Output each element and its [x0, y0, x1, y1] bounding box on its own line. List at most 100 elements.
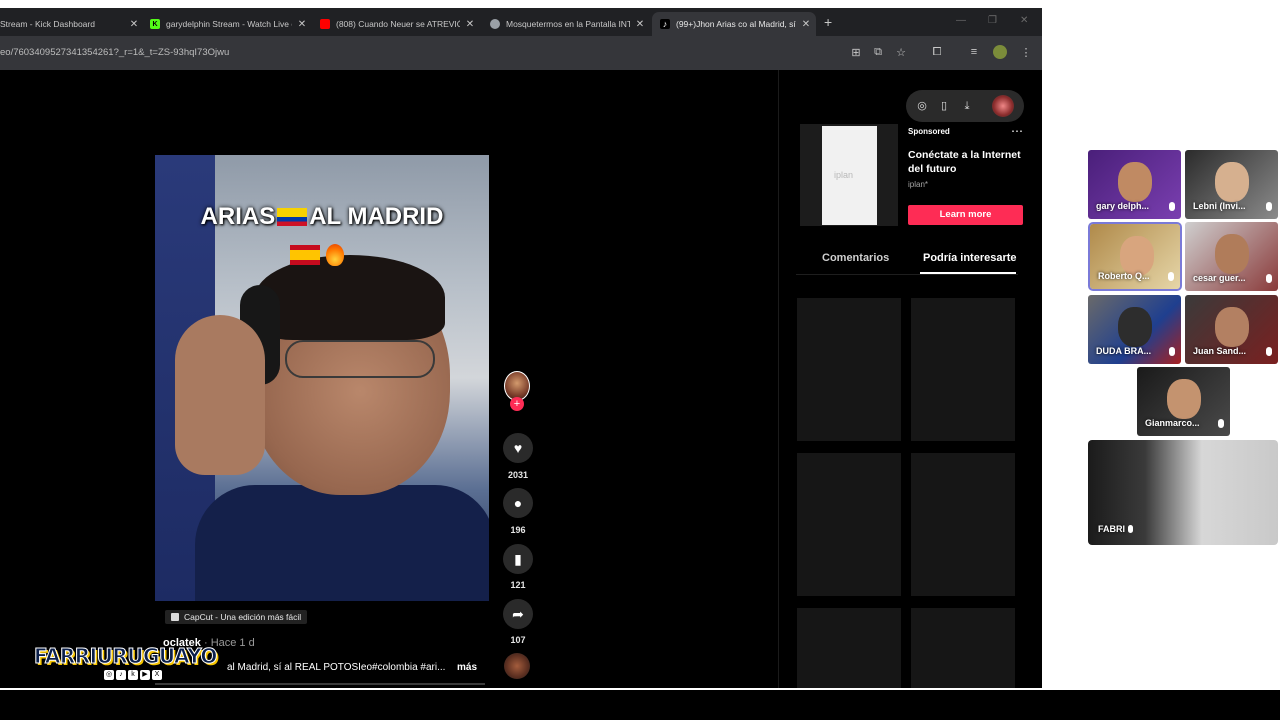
participant-tile[interactable]: cesar guer...: [1185, 222, 1278, 291]
translate-icon[interactable]: ⊞: [849, 45, 863, 59]
share-count: 107: [510, 635, 526, 645]
ad-image-text: iplan: [834, 170, 854, 180]
spain-flag-icon: [290, 244, 320, 265]
colombia-flag-icon: [277, 208, 308, 226]
participant-name: cesar guer...: [1193, 273, 1246, 283]
close-window-icon[interactable]: ✕: [1020, 15, 1028, 26]
tab-title: garydelphin Stream - Watch Live on: [166, 19, 292, 29]
media-control-icon[interactable]: ≡: [967, 45, 981, 59]
tab-comments[interactable]: Comentarios: [822, 252, 889, 264]
channel-logo: FARRIURUGUAYO: [34, 644, 218, 669]
social-icons: ◎ ♪ k ▶ X: [104, 670, 162, 680]
extensions-icon[interactable]: ⧠: [930, 45, 944, 59]
participant-tile-large[interactable]: FABRI: [1088, 440, 1278, 545]
ad-image[interactable]: iplan: [822, 126, 877, 225]
tab-kick-dashboard[interactable]: Stream - Kick Dashboard ✕: [0, 12, 140, 36]
share-arrow-icon: ➦: [512, 605, 524, 622]
follow-plus-icon[interactable]: +: [510, 397, 524, 411]
video-hair: [255, 255, 445, 340]
youtube-icon: ▶: [140, 670, 150, 680]
related-video-thumb[interactable]: [797, 453, 901, 596]
ad-title: Conéctate a la Internet del futuro: [908, 149, 1021, 175]
related-video-thumb[interactable]: [911, 453, 1015, 596]
url-field[interactable]: eo/7603409527341354261?_r=1&_t=ZS-93hqI7…: [0, 47, 229, 58]
tiktok-icon: ♪: [116, 670, 126, 680]
participant-video: [1118, 307, 1152, 347]
tab-garydelphin-stream[interactable]: K garydelphin Stream - Watch Live on ✕: [150, 12, 308, 36]
new-tab-button[interactable]: +: [824, 14, 832, 30]
participant-name: FABRI: [1098, 524, 1125, 534]
participant-name: Roberto Q...: [1098, 271, 1150, 281]
tab-mosquetermos[interactable]: Mosquetermos en la Pantalla INTF ✕: [490, 12, 646, 36]
video-player[interactable]: ARIAS AL MADRID: [155, 155, 489, 601]
close-icon[interactable]: ✕: [464, 19, 476, 30]
participant-name: Juan Sand...: [1193, 346, 1247, 356]
cast-icon[interactable]: ⧉: [871, 45, 885, 59]
participant-name: Gianmarco...: [1145, 418, 1200, 428]
participant-video: [1167, 379, 1201, 419]
participant-video: [1215, 234, 1249, 274]
tab-strip: Stream - Kick Dashboard ✕ K garydelphin …: [0, 8, 1042, 36]
music-disc-icon[interactable]: [504, 653, 530, 679]
active-tab-indicator: [920, 272, 1016, 274]
like-button[interactable]: ♥: [503, 433, 533, 463]
tab-title: (99+)Jhon Arias co al Madrid, sí al: [676, 19, 796, 29]
minimize-icon[interactable]: —: [956, 15, 966, 26]
related-video-thumb[interactable]: [911, 608, 1015, 688]
sponsored-label: Sponsored: [908, 127, 950, 136]
participant-tile[interactable]: DUDA BRA...: [1088, 295, 1181, 364]
more-link[interactable]: más: [457, 662, 477, 673]
bookmark-star-icon[interactable]: ☆: [894, 45, 908, 59]
mic-icon: [1128, 525, 1133, 533]
tab-related[interactable]: Podría interesarte: [923, 252, 1017, 264]
mic-icon: [1218, 419, 1224, 428]
capcut-badge[interactable]: CapCut - Una edición más fácil: [165, 610, 308, 624]
maximize-icon[interactable]: ❐: [988, 15, 997, 26]
caption-emojis: [290, 243, 370, 266]
mic-icon: [1266, 202, 1272, 211]
participant-video: [1118, 162, 1152, 202]
bottom-bar: [0, 690, 1280, 720]
tab-youtube-neuer[interactable]: (808) Cuando Neuer se ATREVIÓ a ✕: [320, 12, 476, 36]
tiktok-icon: ♪: [660, 19, 670, 29]
close-icon[interactable]: ✕: [128, 19, 140, 30]
fire-icon: [326, 243, 344, 266]
related-video-thumb[interactable]: [797, 608, 901, 688]
close-icon[interactable]: ✕: [800, 19, 812, 30]
tab-separator: [796, 274, 1018, 275]
participant-name: DUDA BRA...: [1096, 346, 1152, 356]
mic-icon: [1266, 274, 1272, 283]
participant-tile-active[interactable]: Roberto Q...: [1088, 222, 1182, 291]
mic-icon: [1169, 347, 1175, 356]
close-icon[interactable]: ✕: [296, 19, 308, 30]
related-video-thumb[interactable]: [797, 298, 901, 441]
video-progress-bar[interactable]: [155, 683, 485, 685]
mic-icon: [1169, 202, 1175, 211]
download-icon[interactable]: ⤓: [960, 99, 974, 113]
share-button[interactable]: ➦: [503, 599, 533, 629]
video-glasses: [285, 340, 435, 378]
tab-tiktok-arias[interactable]: ♪ (99+)Jhon Arias co al Madrid, sí al ✕: [652, 12, 816, 36]
tab-title: Mosquetermos en la Pantalla INTF: [506, 19, 630, 29]
learn-more-button[interactable]: Learn more: [908, 205, 1023, 225]
profile-avatar[interactable]: [993, 45, 1007, 59]
ad-brand: iplan*: [908, 180, 929, 189]
participant-tile[interactable]: gary delph...: [1088, 150, 1181, 219]
video-caption: ARIAS AL MADRID: [155, 203, 489, 231]
compass-icon[interactable]: ◎: [915, 99, 929, 113]
like-count: 2031: [507, 470, 529, 480]
participant-tile[interactable]: Juan Sand...: [1185, 295, 1278, 364]
close-icon[interactable]: ✕: [634, 19, 646, 30]
device-icon[interactable]: ▯: [937, 99, 951, 113]
ad-options-icon[interactable]: ⋯: [1011, 124, 1023, 138]
capcut-icon: [171, 613, 179, 621]
participant-tile[interactable]: Gianmarco...: [1137, 367, 1230, 436]
comment-button[interactable]: ●: [503, 488, 533, 518]
related-video-thumb[interactable]: [911, 298, 1015, 441]
save-button[interactable]: ▮: [503, 544, 533, 574]
heart-icon: ♥: [513, 440, 523, 456]
participant-tile[interactable]: Lebni (Invi...: [1185, 150, 1278, 219]
mic-icon: [1266, 347, 1272, 356]
menu-dots-icon[interactable]: ⋮: [1019, 45, 1033, 59]
user-avatar[interactable]: [992, 95, 1014, 117]
